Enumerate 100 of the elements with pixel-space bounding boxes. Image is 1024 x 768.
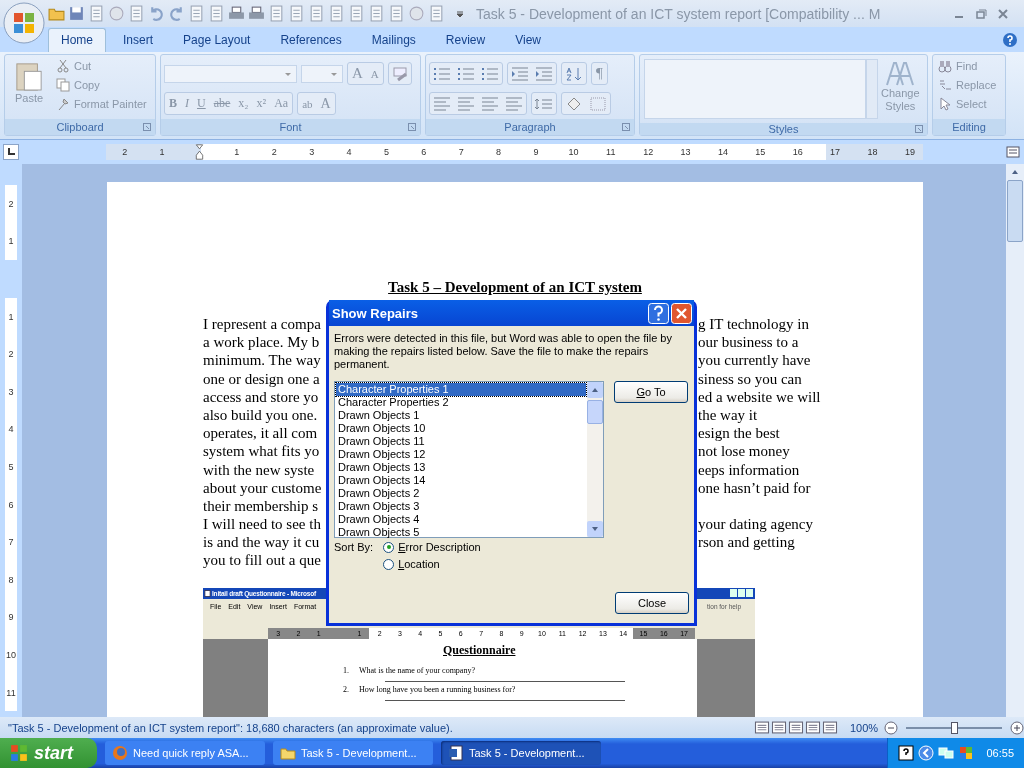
ribbon-tab[interactable]: Insert — [110, 28, 167, 52]
page-icon[interactable] — [388, 5, 405, 22]
view-mode-icon[interactable] — [822, 721, 838, 734]
list-item[interactable]: Drawn Objects 2 — [336, 487, 586, 500]
scroll-up-icon[interactable] — [1011, 169, 1019, 175]
list-item[interactable]: Drawn Objects 14 — [336, 474, 586, 487]
redo-icon[interactable] — [168, 5, 185, 22]
page-icon[interactable] — [368, 5, 385, 22]
undo-icon[interactable] — [148, 5, 165, 22]
help-button[interactable] — [648, 302, 669, 324]
ruler-number: 2 — [5, 335, 17, 373]
list-item[interactable]: Drawn Objects 3 — [336, 500, 586, 513]
align-icon[interactable] — [456, 95, 476, 112]
ribbon-tab[interactable]: Review — [432, 28, 499, 52]
save-icon[interactable] — [68, 5, 85, 22]
dialog-launcher-icon[interactable] — [915, 125, 923, 133]
list-icon[interactable] — [456, 65, 476, 82]
close-button[interactable] — [671, 302, 692, 324]
list-icon[interactable] — [432, 65, 452, 82]
ribbon-tab[interactable]: View — [502, 28, 554, 52]
list-item[interactable]: Drawn Objects 13 — [336, 461, 586, 474]
list-item[interactable]: Drawn Objects 4 — [336, 513, 586, 526]
font-size-field[interactable] — [301, 64, 343, 83]
sort-radio[interactable]: Error Description — [383, 541, 481, 553]
list-icon[interactable] — [480, 65, 500, 82]
indent-icon[interactable] — [534, 65, 554, 82]
style-gallery[interactable] — [644, 59, 866, 119]
eraser-icon[interactable] — [390, 65, 409, 82]
list-item[interactable]: Drawn Objects 5 — [336, 526, 586, 539]
ribbon-tab[interactable]: Mailings — [358, 28, 429, 52]
align-icon[interactable] — [480, 95, 500, 112]
help-icon[interactable] — [898, 745, 915, 761]
customize-dropdown-icon[interactable] — [456, 9, 464, 18]
vertical-scrollbar[interactable] — [1006, 164, 1024, 717]
paragraph-text: about your custome — [203, 479, 322, 496]
list-item[interactable]: Drawn Objects 12 — [336, 448, 586, 461]
list-item[interactable]: Drawn Objects 10 — [336, 422, 586, 435]
close-button[interactable]: Close — [615, 592, 689, 614]
indent-icon[interactable] — [510, 65, 530, 82]
flag-icon[interactable] — [958, 745, 975, 761]
restore-icon[interactable] — [974, 6, 988, 21]
zoom-out-icon[interactable] — [884, 720, 898, 735]
ruler-number: 9 — [532, 147, 540, 157]
align-icon[interactable] — [504, 95, 524, 112]
ribbon-tab[interactable]: Page Layout — [170, 28, 264, 52]
page-icon[interactable] — [268, 5, 285, 22]
align-icon[interactable] — [432, 95, 452, 112]
zoom-in-icon[interactable] — [1010, 720, 1024, 735]
border-icon[interactable] — [588, 95, 608, 112]
indent-marker-icon[interactable] — [194, 144, 204, 160]
dialog-launcher-icon[interactable] — [143, 123, 151, 131]
list-scrollbar[interactable] — [587, 382, 603, 537]
zoom-level[interactable]: 100% — [850, 721, 880, 734]
list-item[interactable]: Drawn Objects 11 — [336, 435, 586, 448]
ruler-number: 6 — [5, 485, 17, 524]
view-mode-icon[interactable] — [754, 721, 770, 734]
horizontal-ruler[interactable]: 2 1 1 2 3 4 5 6 7 8 9 10 11 12 13 14 15 16 17 18 19 — [106, 144, 923, 160]
page-icon[interactable] — [308, 5, 325, 22]
scroll-down-icon[interactable] — [591, 526, 599, 532]
list-item[interactable]: Character Properties 1 — [336, 383, 586, 396]
scrollbar-thumb[interactable] — [587, 400, 603, 424]
scrollbar-thumb[interactable] — [1007, 180, 1023, 242]
close-icon[interactable] — [996, 6, 1010, 21]
taskbar-button[interactable]: Need quick reply ASA... — [105, 741, 265, 765]
ruler-number: 7 — [457, 147, 465, 157]
page-icon[interactable] — [88, 5, 105, 22]
dialog-launcher-icon[interactable] — [408, 123, 416, 131]
go-to-button[interactable]: Go To — [614, 381, 688, 403]
page-icon[interactable] — [188, 5, 205, 22]
taskbar-button[interactable]: Task 5 - Development... — [441, 741, 601, 765]
circle-icon[interactable] — [408, 5, 425, 22]
tab-selector[interactable] — [3, 144, 19, 160]
status-text: "Task 5 - Development of an ICT system report": 18,680 characters (an approximate value). — [8, 721, 453, 734]
printer-icon[interactable] — [228, 5, 245, 22]
view-mode-icon[interactable] — [788, 721, 804, 734]
page-icon[interactable] — [208, 5, 225, 22]
view-mode-icon[interactable] — [771, 721, 787, 734]
scroll-up-icon[interactable] — [591, 387, 599, 393]
binoculars-icon — [938, 59, 952, 73]
dialog-launcher-icon[interactable] — [622, 123, 630, 131]
list-item[interactable]: Drawn Objects 1 — [336, 409, 586, 422]
circle-icon[interactable] — [108, 5, 125, 22]
view-mode-icon[interactable] — [805, 721, 821, 734]
ruler-number: 8 — [495, 147, 503, 157]
view-ruler-icon[interactable] — [1006, 145, 1020, 159]
list-item[interactable]: Character Properties 2 — [336, 396, 586, 409]
font-name-field[interactable] — [164, 64, 297, 83]
zoom-slider-thumb[interactable] — [951, 721, 958, 734]
page-icon[interactable] — [348, 5, 365, 22]
sort-icon[interactable] — [564, 65, 584, 82]
page-icon[interactable] — [128, 5, 145, 22]
taskbar-button[interactable]: Task 5 - Development... — [273, 741, 433, 765]
ribbon-tab[interactable]: References — [267, 28, 355, 52]
ribbon-tab[interactable]: Home — [48, 28, 106, 52]
page-icon[interactable] — [328, 5, 345, 22]
sort-radio[interactable]: Location — [383, 558, 481, 570]
page-icon[interactable] — [288, 5, 305, 22]
printer-icon[interactable] — [248, 5, 265, 22]
page-icon[interactable] — [428, 5, 445, 22]
network-icon[interactable] — [938, 745, 955, 761]
